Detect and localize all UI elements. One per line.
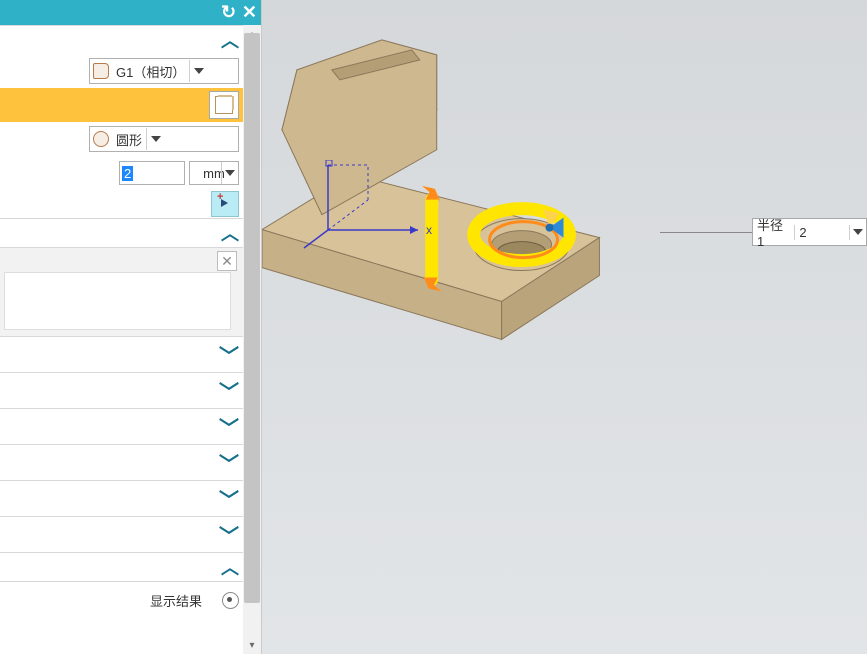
callout-leader: [660, 232, 752, 233]
shape-combo[interactable]: 圆形: [89, 126, 239, 152]
scroll-thumb[interactable]: [244, 33, 260, 603]
edge-list: ✕: [0, 247, 261, 336]
collapsed-section-5[interactable]: ﹀: [0, 480, 261, 516]
callout-dropdown[interactable]: [850, 229, 866, 235]
chevron-down-icon: [146, 128, 165, 150]
collapsed-section-4[interactable]: ﹀: [0, 444, 261, 480]
result-section-header[interactable]: ︿: [0, 552, 261, 581]
chevron-down-icon: [189, 60, 208, 82]
show-result-row: 显示结果: [0, 581, 261, 618]
list-section-header[interactable]: ︿: [0, 218, 261, 247]
scroll-down-icon[interactable]: ▾: [243, 636, 261, 654]
collapsed-section-6[interactable]: ﹀: [0, 516, 261, 552]
shape-icon: [92, 130, 110, 148]
chevron-down-icon: [853, 229, 863, 235]
chevron-up-icon: ︿: [221, 554, 239, 580]
collapsed-section-3[interactable]: ﹀: [0, 408, 261, 444]
panel-scrollbar[interactable]: ▴ ▾: [243, 25, 261, 654]
radius-value: 2: [122, 166, 133, 181]
undo-icon[interactable]: ↺: [221, 2, 236, 23]
chevron-down-icon: ﹀: [219, 412, 239, 441]
shape-label: 圆形: [112, 130, 146, 149]
chevron-down-icon: ﹀: [219, 520, 239, 549]
collapsed-section-1[interactable]: ﹀: [0, 336, 261, 372]
close-icon[interactable]: ✕: [242, 2, 257, 23]
chevron-down-icon: ﹀: [219, 448, 239, 477]
chevron-up-icon: ︿: [221, 220, 239, 246]
edge-list-content[interactable]: [4, 272, 231, 330]
continuity-row: G1（相切）: [0, 54, 261, 88]
shape-row: 圆形: [0, 122, 261, 156]
radius-row: 2 mm: [0, 156, 261, 190]
continuity-icon: [92, 62, 110, 80]
callout-box: 半径 1 2: [752, 218, 867, 246]
continuity-combo[interactable]: G1（相切）: [89, 58, 239, 84]
chevron-down-icon: ﹀: [219, 340, 239, 369]
point-tool-row: [0, 190, 261, 218]
continuity-label: G1（相切）: [112, 62, 189, 81]
show-result-label: 显示结果: [150, 591, 202, 610]
chevron-up-icon: ︿: [221, 27, 239, 53]
clear-list-button[interactable]: ✕: [217, 251, 237, 271]
viewport[interactable]: x 半径 1 2: [262, 0, 867, 654]
model-3d: [262, 0, 867, 653]
chevron-down-icon: ﹀: [219, 484, 239, 513]
chevron-down-icon: [221, 162, 238, 184]
unit-combo[interactable]: mm: [189, 161, 239, 185]
property-panel: ↺ ✕ ︿ G1（相切）: [0, 0, 262, 654]
collapsed-section-2[interactable]: ﹀: [0, 372, 261, 408]
radius-input[interactable]: 2: [119, 161, 185, 185]
selection-row[interactable]: [0, 88, 261, 122]
point-tool-button[interactable]: [211, 191, 239, 217]
radius-callout: 半径 1 2: [660, 218, 867, 246]
show-result-radio[interactable]: [222, 592, 239, 609]
section-header-top[interactable]: ︿: [0, 25, 261, 54]
cube-icon: [215, 96, 233, 114]
panel-header: ↺ ✕: [0, 0, 261, 25]
select-body-button[interactable]: [209, 91, 239, 119]
callout-value-input[interactable]: 2: [794, 225, 849, 240]
chevron-down-icon: ﹀: [219, 376, 239, 405]
panel-body: ︿ G1（相切） 圆形: [0, 25, 261, 654]
callout-label: 半径 1: [753, 215, 794, 249]
